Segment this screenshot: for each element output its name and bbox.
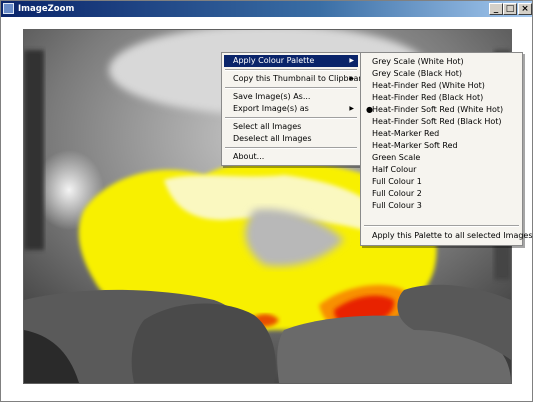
palette-item[interactable]: Heat-Finder Red (Black Hot) — [363, 92, 520, 104]
menu-item-label: Copy this Thumbnail to Clipboard — [233, 74, 367, 83]
menu-separator — [364, 225, 519, 227]
menu-item-export-images[interactable]: Export Image(s) as ▶ — [224, 103, 358, 115]
palette-item[interactable]: Heat-Finder Red (White Hot) — [363, 80, 520, 92]
apply-palette-to-all-item[interactable]: Apply this Palette to all selected Image… — [363, 230, 533, 242]
menu-item-label: Select all Images — [233, 122, 302, 131]
menu-item-deselect-all[interactable]: Deselect all Images — [224, 133, 358, 145]
palette-item[interactable]: Full Colour 3 — [363, 200, 520, 212]
palette-item[interactable]: Full Colour 2 — [363, 188, 520, 200]
minimize-button[interactable]: _ — [489, 3, 503, 15]
menu-item-label: Apply Colour Palette — [233, 56, 315, 65]
palette-item-label: Half Colour — [372, 165, 417, 174]
maximize-button[interactable]: □ — [503, 3, 517, 15]
palette-item-checked[interactable]: ● Heat-Finder Soft Red (White Hot) — [363, 104, 520, 116]
palette-item[interactable]: Green Scale — [363, 152, 520, 164]
palette-submenu: Grey Scale (White Hot) Grey Scale (Black… — [360, 52, 533, 246]
menu-item-copy-thumbnail[interactable]: Copy this Thumbnail to Clipboard ▶ — [224, 73, 367, 85]
palette-item-label: Heat-Finder Red (White Hot) — [372, 81, 485, 90]
imagezoom-window: ImageZoom _ □ × Apply Colour Palette ▶ C… — [0, 0, 533, 402]
palette-item-label: Full Colour 1 — [372, 177, 422, 186]
palette-item-label: Heat-Marker Soft Red — [372, 141, 458, 150]
submenu-arrow-icon: ▶ — [349, 75, 354, 82]
palette-item-label: Full Colour 2 — [372, 189, 422, 198]
window-title: ImageZoom — [18, 4, 75, 14]
menu-item-label: Deselect all Images — [233, 134, 312, 143]
close-button[interactable]: × — [518, 3, 532, 15]
palette-item-label: Green Scale — [372, 153, 421, 162]
app-icon — [3, 3, 14, 14]
palette-item-label: Heat-Finder Soft Red (White Hot) — [372, 105, 504, 114]
context-menu: Apply Colour Palette ▶ Copy this Thumbna… — [221, 52, 367, 166]
menu-separator — [225, 87, 357, 89]
submenu-arrow-icon: ▶ — [349, 105, 354, 112]
menu-item-label: About... — [233, 152, 265, 161]
menu-item-label: Export Image(s) as — [233, 104, 309, 113]
menu-item-save-images-as[interactable]: Save Image(s) As... — [224, 91, 358, 103]
palette-item-label: Full Colour 3 — [372, 201, 422, 210]
palette-item[interactable]: Heat-Finder Soft Red (Black Hot) — [363, 116, 520, 128]
menu-separator — [225, 69, 357, 71]
menu-separator — [225, 117, 357, 119]
palette-item[interactable]: Heat-Marker Soft Red — [363, 140, 520, 152]
palette-item[interactable]: Grey Scale (Black Hot) — [363, 68, 520, 80]
palette-item-label: Heat-Marker Red — [372, 129, 440, 138]
palette-item[interactable]: Grey Scale (White Hot) — [363, 56, 520, 68]
menu-item-label: Save Image(s) As... — [233, 92, 311, 101]
title-bar[interactable]: ImageZoom _ □ × — [1, 1, 532, 17]
submenu-arrow-icon: ▶ — [349, 57, 354, 64]
menu-item-select-all[interactable]: Select all Images — [224, 121, 358, 133]
menu-separator — [225, 147, 357, 149]
palette-item-label: Heat-Finder Red (Black Hot) — [372, 93, 484, 102]
radio-bullet-icon: ● — [366, 105, 373, 114]
palette-item-label: Grey Scale (White Hot) — [372, 57, 464, 66]
palette-item[interactable]: Heat-Marker Red — [363, 128, 520, 140]
palette-item[interactable]: Half Colour — [363, 164, 520, 176]
palette-item-label: Apply this Palette to all selected Image… — [372, 231, 533, 240]
palette-item-label: Heat-Finder Soft Red (Black Hot) — [372, 117, 502, 126]
menu-item-about[interactable]: About... — [224, 151, 358, 163]
client-area: Apply Colour Palette ▶ Copy this Thumbna… — [1, 17, 533, 401]
menu-item-apply-colour-palette[interactable]: Apply Colour Palette ▶ — [224, 55, 358, 67]
palette-item[interactable]: Full Colour 1 — [363, 176, 520, 188]
palette-item-label: Grey Scale (Black Hot) — [372, 69, 463, 78]
